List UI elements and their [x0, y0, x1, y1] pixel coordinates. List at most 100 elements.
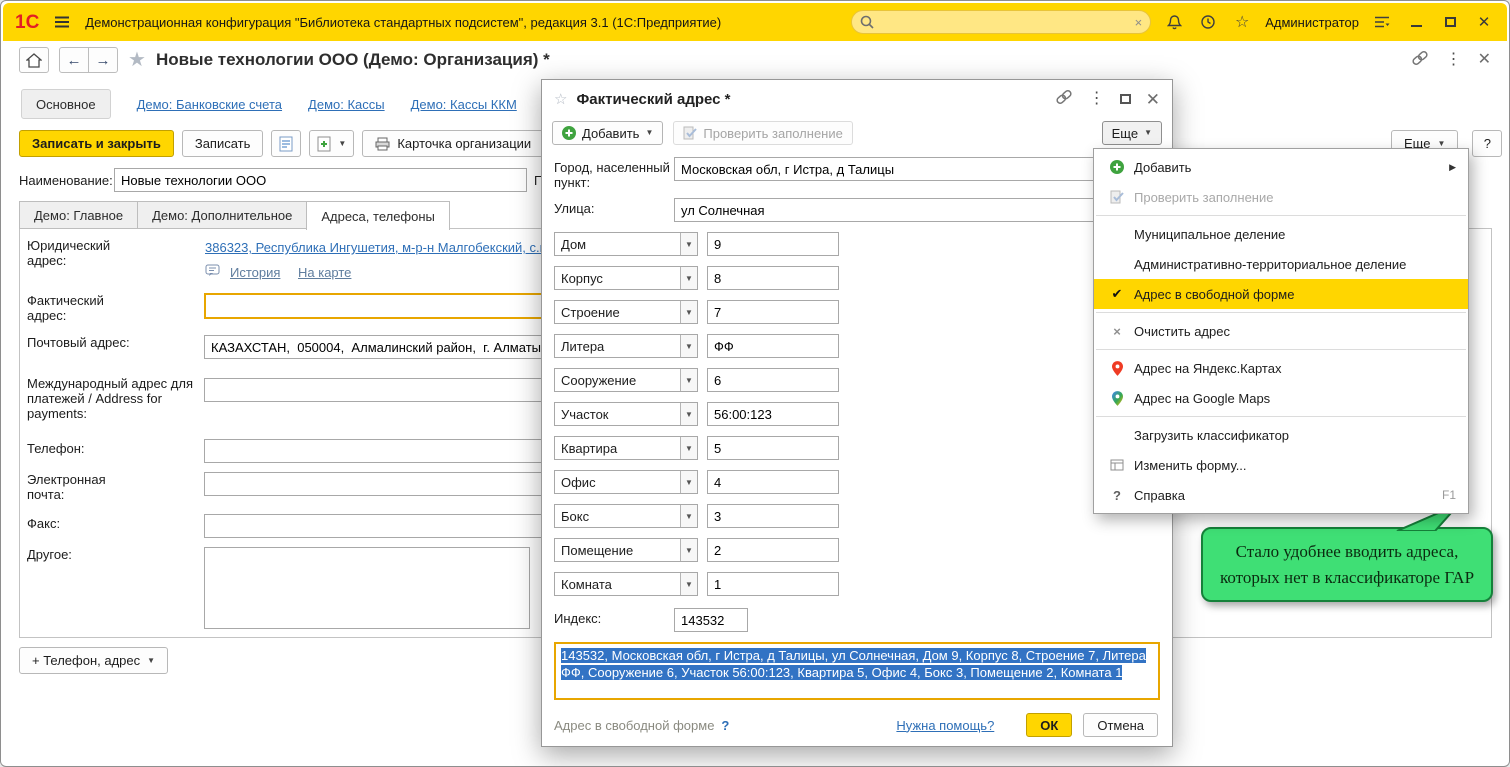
window-maximize-icon[interactable]: [1120, 92, 1131, 107]
cancel-button[interactable]: Отмена: [1083, 713, 1158, 737]
tab-addresses-phones[interactable]: Адреса, телефоны: [306, 201, 450, 230]
address-part-type-select[interactable]: Корпус▼: [554, 266, 698, 290]
address-part-type-select[interactable]: Участок▼: [554, 402, 698, 426]
address-part-type-select[interactable]: Бокс▼: [554, 504, 698, 528]
favorite-star-icon[interactable]: ★: [128, 50, 146, 70]
tab-demo-main[interactable]: Демо: Главное: [19, 201, 137, 229]
org-name-input[interactable]: [114, 168, 527, 192]
notifications-bell-icon[interactable]: [1163, 11, 1185, 33]
comment-icon[interactable]: [205, 264, 221, 281]
menu-item-check-fill[interactable]: Проверить заполнение: [1094, 182, 1468, 212]
save-close-button[interactable]: Записать и закрыть: [19, 130, 174, 157]
address-part-value-input[interactable]: [707, 572, 839, 596]
search-input[interactable]: [880, 15, 1128, 30]
address-part-type-select[interactable]: Строение▼: [554, 300, 698, 324]
forward-button[interactable]: →: [88, 47, 118, 73]
favorites-star-icon[interactable]: ☆: [1231, 11, 1253, 33]
back-button[interactable]: ←: [59, 47, 89, 73]
address-part-type-select[interactable]: Дом▼: [554, 232, 698, 256]
chevron-down-icon[interactable]: ▼: [680, 267, 697, 289]
address-part-value-input[interactable]: [707, 266, 839, 290]
dialog-close-icon[interactable]: ✕: [1146, 91, 1160, 108]
dialog-more-button[interactable]: Еще ▼: [1102, 121, 1162, 145]
chevron-down-icon[interactable]: ▼: [680, 573, 697, 595]
chevron-down-icon[interactable]: ▼: [680, 539, 697, 561]
menu-item-administrative-territorial-division[interactable]: Административно-территориальное деление: [1094, 249, 1468, 279]
tab-bank-accounts[interactable]: Демо: Банковские счета: [137, 97, 282, 112]
menu-item-add[interactable]: Добавить▶: [1094, 152, 1468, 182]
address-part-type-select[interactable]: Помещение▼: [554, 538, 698, 562]
main-menu-icon[interactable]: [51, 11, 73, 33]
address-part-type-select[interactable]: Литера▼: [554, 334, 698, 358]
favorite-star-icon[interactable]: ☆: [554, 90, 567, 108]
chevron-down-icon[interactable]: ▼: [680, 233, 697, 255]
service-settings-icon[interactable]: [1371, 11, 1393, 33]
tab-main[interactable]: Основное: [21, 89, 111, 119]
address-part-value-input[interactable]: [707, 232, 839, 256]
menu-item-google-maps[interactable]: Адрес на Google Maps: [1094, 383, 1468, 413]
printer-icon: [375, 137, 390, 151]
on-map-link[interactable]: На карте: [298, 265, 351, 280]
history-link[interactable]: История: [230, 265, 280, 280]
address-part-value-input[interactable]: [707, 504, 839, 528]
menu-item-yandex-maps[interactable]: Адрес на Яндекс.Картах: [1094, 353, 1468, 383]
home-button[interactable]: [19, 47, 49, 73]
chevron-down-icon[interactable]: ▼: [680, 335, 697, 357]
global-search[interactable]: ×: [851, 10, 1151, 34]
window-close-icon[interactable]: ✕: [1473, 11, 1495, 33]
org-card-button[interactable]: Карточка организации: [362, 130, 544, 157]
address-part-type-select[interactable]: Комната▼: [554, 572, 698, 596]
need-help-link[interactable]: Нужна помощь?: [896, 718, 994, 733]
tab-demo-additional[interactable]: Демо: Дополнительное: [137, 201, 306, 229]
get-link-icon[interactable]: [1411, 51, 1430, 69]
chevron-down-icon[interactable]: ▼: [680, 471, 697, 493]
get-link-icon[interactable]: [1055, 90, 1074, 108]
menu-item-load-classifier[interactable]: Загрузить классификатор: [1094, 420, 1468, 450]
street-input[interactable]: [674, 198, 1162, 222]
menu-item-clear-address[interactable]: ×Очистить адрес: [1094, 316, 1468, 346]
address-part-type-select[interactable]: Сооружение▼: [554, 368, 698, 392]
other-textarea[interactable]: [204, 547, 530, 629]
menu-item-help[interactable]: ?СправкаF1: [1094, 480, 1468, 510]
chevron-down-icon[interactable]: ▼: [680, 505, 697, 527]
address-part-value-input[interactable]: [707, 402, 839, 426]
create-based-on-button[interactable]: ▼: [309, 130, 354, 157]
window-minimize-icon[interactable]: [1405, 11, 1427, 33]
more-kebab-icon[interactable]: ⋮: [1446, 52, 1462, 68]
address-part-type-select[interactable]: Квартира▼: [554, 436, 698, 460]
chevron-down-icon[interactable]: ▼: [680, 403, 697, 425]
close-form-icon[interactable]: ✕: [1478, 52, 1491, 68]
address-part-value-input[interactable]: [707, 436, 839, 460]
chevron-down-icon[interactable]: ▼: [680, 369, 697, 391]
search-clear-icon[interactable]: ×: [1135, 15, 1143, 30]
attached-files-button[interactable]: [271, 130, 301, 157]
help-button[interactable]: ?: [1472, 130, 1502, 157]
save-button[interactable]: Записать: [182, 130, 264, 157]
window-maximize-icon[interactable]: [1439, 11, 1461, 33]
address-part-type-select[interactable]: Офис▼: [554, 470, 698, 494]
address-part-value-input[interactable]: [707, 334, 839, 358]
tab-cash-desks[interactable]: Демо: Кассы: [308, 97, 385, 112]
history-clock-icon[interactable]: [1197, 11, 1219, 33]
tab-kkm-cash-desks[interactable]: Демо: Кассы ККМ: [411, 97, 517, 112]
city-input[interactable]: [674, 157, 1162, 181]
ok-button[interactable]: ОК: [1026, 713, 1072, 737]
mode-help-icon[interactable]: ?: [721, 718, 729, 733]
address-part-value-input[interactable]: [707, 538, 839, 562]
menu-item-free-form-address[interactable]: ✔Адрес в свободной форме: [1094, 279, 1468, 309]
menu-item-change-form[interactable]: Изменить форму...: [1094, 450, 1468, 480]
free-form-address-box[interactable]: 143532, Московская обл, г Истра, д Талиц…: [554, 642, 1160, 700]
1c-logo: 1С: [15, 13, 39, 32]
menu-item-municipal-division[interactable]: Муниципальное деление: [1094, 219, 1468, 249]
chevron-down-icon[interactable]: ▼: [680, 301, 697, 323]
legal-address-link[interactable]: 386323, Республика Ингушетия, м-р-н Малг…: [205, 240, 547, 255]
chevron-down-icon[interactable]: ▼: [680, 437, 697, 459]
more-kebab-icon[interactable]: ⋮: [1089, 91, 1105, 107]
add-phone-address-button[interactable]: + Телефон, адрес ▼: [19, 647, 168, 674]
index-input[interactable]: [674, 608, 748, 632]
current-user[interactable]: Администратор: [1265, 15, 1359, 30]
address-part-value-input[interactable]: [707, 470, 839, 494]
address-part-value-input[interactable]: [707, 300, 839, 324]
add-button[interactable]: Добавить ▼: [552, 121, 663, 145]
address-part-value-input[interactable]: [707, 368, 839, 392]
